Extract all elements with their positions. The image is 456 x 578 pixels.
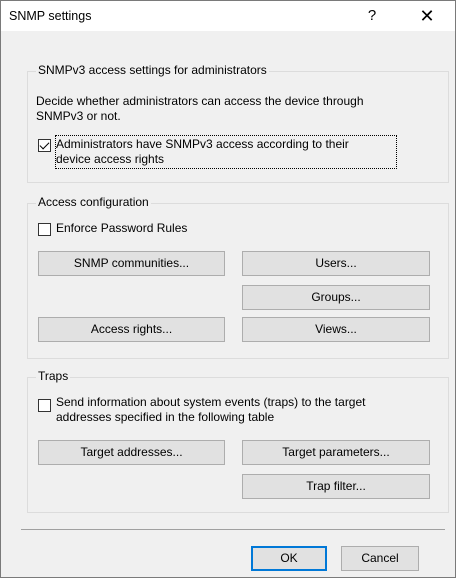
snmpv3-access-checkbox[interactable] (38, 139, 51, 152)
close-icon[interactable]: ✕ (407, 1, 447, 31)
trap-filter-button[interactable]: Trap filter... (242, 474, 430, 499)
ok-button[interactable]: OK (251, 546, 327, 571)
traps-group: Traps Send information about system even… (27, 369, 449, 513)
target-addresses-button[interactable]: Target addresses... (38, 440, 225, 465)
traps-legend: Traps (36, 369, 71, 383)
window-title: SNMP settings (9, 9, 92, 23)
snmpv3-checkbox-label-line2: device access rights (56, 152, 165, 166)
groups-button[interactable]: Groups... (242, 285, 430, 310)
snmp-communities-button[interactable]: SNMP communities... (38, 251, 225, 276)
enforce-password-rules-checkbox[interactable] (38, 223, 51, 236)
access-rights-button[interactable]: Access rights... (38, 317, 225, 342)
snmpv3-description-line2: SNMPv3 or not. (36, 109, 121, 123)
footer-divider (21, 529, 445, 530)
users-button[interactable]: Users... (242, 251, 430, 276)
snmpv3-checkbox-label-line1: Administrators have SNMPv3 access accord… (56, 137, 349, 151)
send-traps-label-line2: addresses specified in the following tab… (56, 410, 275, 424)
snmp-settings-dialog: SNMP settings ? ✕ SNMPv3 access settings… (0, 0, 456, 578)
send-traps-checkbox[interactable] (38, 399, 51, 412)
snmpv3-group: SNMPv3 access settings for administrator… (27, 63, 449, 183)
title-bar: SNMP settings ? ✕ (1, 1, 455, 31)
snmpv3-description-line1: Decide whether administrators can access… (36, 94, 364, 108)
snmpv3-legend: SNMPv3 access settings for administrator… (36, 63, 269, 77)
snmpv3-checkbox-label[interactable]: Administrators have SNMPv3 access accord… (55, 135, 397, 169)
help-icon[interactable]: ? (352, 1, 392, 31)
send-traps-label-line1: Send information about system events (tr… (56, 395, 366, 409)
send-traps-label[interactable]: Send information about system events (tr… (56, 395, 436, 427)
views-button[interactable]: Views... (242, 317, 430, 342)
access-configuration-group: Access configuration Enforce Password Ru… (27, 195, 449, 359)
cancel-button[interactable]: Cancel (341, 546, 419, 571)
access-configuration-legend: Access configuration (36, 195, 151, 209)
target-parameters-button[interactable]: Target parameters... (242, 440, 430, 465)
enforce-password-rules-label[interactable]: Enforce Password Rules (56, 221, 187, 236)
